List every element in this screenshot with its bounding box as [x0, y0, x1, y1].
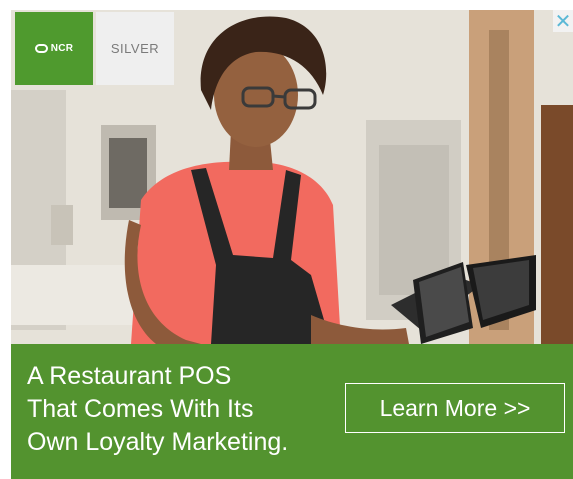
ncr-logo-text: NCR — [50, 43, 74, 54]
headline: A Restaurant POS That Comes With Its Own… — [27, 360, 357, 459]
headline-line-3: Own Loyalty Marketing. — [27, 428, 289, 456]
ad-banner[interactable]: NCR SILVER ✕ A Restaurant POS That Comes… — [0, 0, 573, 479]
green-banner[interactable]: A Restaurant POS That Comes With Its Own… — [11, 344, 573, 479]
headline-line-2: That Comes With Its — [27, 395, 254, 423]
ncr-logo-icon — [34, 44, 48, 53]
close-icon[interactable]: ✕ — [553, 10, 573, 32]
ncr-logo[interactable]: NCR — [15, 12, 93, 85]
silver-logo[interactable]: SILVER — [96, 12, 174, 85]
silver-logo-text: SILVER — [110, 41, 160, 56]
learn-more-button[interactable]: Learn More >> — [345, 383, 565, 433]
headline-line-1: A Restaurant POS — [27, 362, 232, 390]
